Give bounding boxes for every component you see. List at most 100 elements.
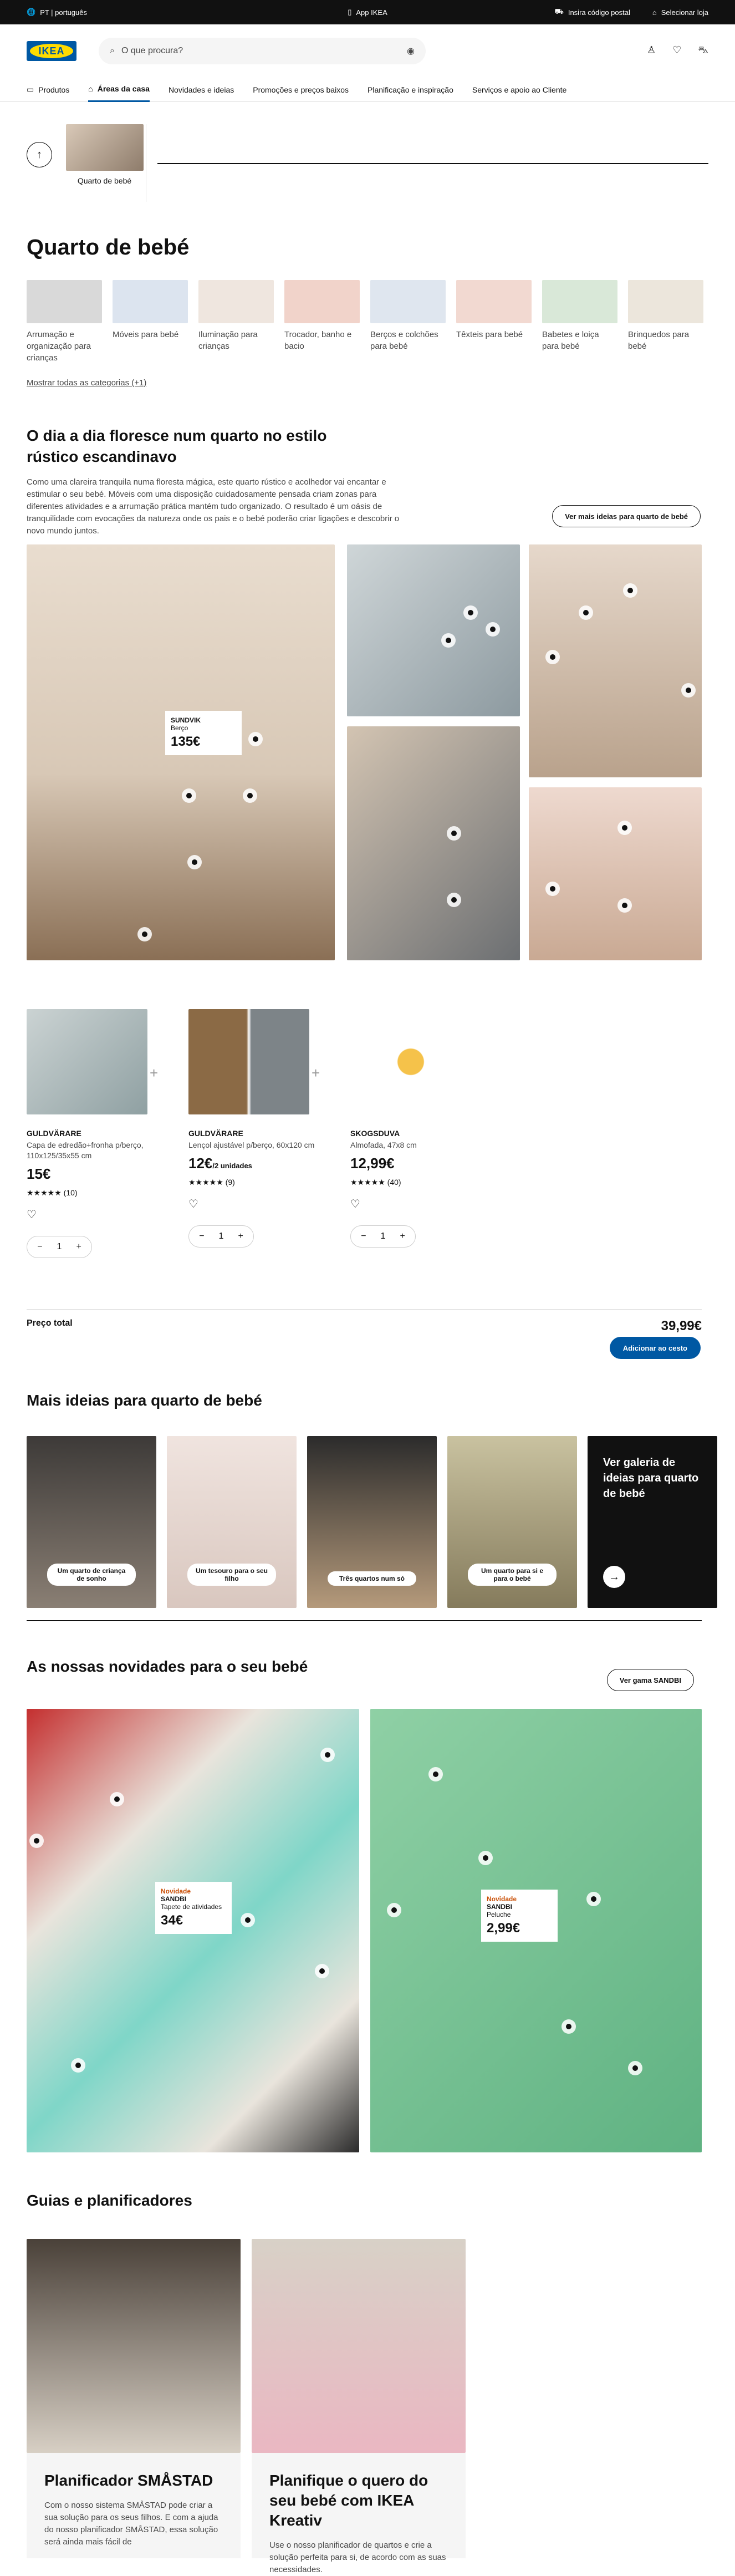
hotspot-dot[interactable] <box>248 732 263 746</box>
more-ideas-button[interactable]: Ver mais ideias para quarto de bebé <box>552 505 701 527</box>
nav-item-produtos[interactable]: ▭ Produtos <box>27 78 69 102</box>
hotspot-dot[interactable] <box>681 683 696 698</box>
hotspot-dot[interactable] <box>478 1851 493 1865</box>
category-item[interactable]: Arrumação e organização para crianças <box>27 280 102 364</box>
product-tag[interactable]: Novidade SANDBI Peluche 2,99€ <box>481 1890 558 1942</box>
room-image-crib[interactable] <box>347 726 520 960</box>
search-input[interactable]: ⌕ O que procura? ◉ <box>99 38 426 64</box>
hotspot-dot[interactable] <box>545 882 560 896</box>
product-tag[interactable]: Novidade SANDBI Tapete de atividades 34€ <box>155 1882 232 1934</box>
ikea-logo[interactable]: IKEA <box>27 41 76 61</box>
quantity-stepper[interactable]: −1 + <box>350 1225 416 1248</box>
plus-icon[interactable]: + <box>76 1242 81 1252</box>
plus-icon[interactable]: + <box>238 1231 243 1241</box>
product-card[interactable]: GULDVÄRARE Capa de edredão+fronha p/berç… <box>27 1009 171 1258</box>
category-item[interactable]: Móveis para bebé <box>113 280 188 364</box>
news-image-plush[interactable]: Novidade SANDBI Peluche 2,99€ <box>370 1709 702 2152</box>
hotspot-dot[interactable] <box>486 622 500 637</box>
heart-icon[interactable]: ♡ <box>672 44 681 58</box>
nav-item-planificacao[interactable]: Planificação e inspiração <box>368 78 453 102</box>
user-icon[interactable]: ♙ <box>647 44 656 58</box>
hotspot-dot[interactable] <box>187 855 202 869</box>
language-selector[interactable]: 🌐 PT | português <box>27 8 87 17</box>
nav-item-areas[interactable]: ⌂ Áreas da casa <box>88 78 150 102</box>
total-label: Preço total <box>27 1318 73 1328</box>
hotspot-dot[interactable] <box>241 1913 255 1927</box>
hotspot-dot[interactable] <box>623 583 637 598</box>
category-item[interactable]: Berços e colchões para bebé <box>370 280 446 364</box>
sandbi-range-button[interactable]: Ver gama SANDBI <box>606 1669 694 1691</box>
hotspot-dot[interactable] <box>315 1964 329 1978</box>
guide-card[interactable]: Planificador SMÅSTAD Com o nosso sistema… <box>27 2239 241 2558</box>
hotspot-dot[interactable] <box>447 826 461 841</box>
nav-item-servicos[interactable]: Serviços e apoio ao Cliente <box>472 78 566 102</box>
quantity-stepper[interactable]: −1 + <box>188 1225 254 1248</box>
category-image <box>456 280 532 323</box>
hotspot-dot[interactable] <box>617 821 632 835</box>
minus-icon[interactable]: − <box>361 1231 366 1241</box>
postal-code-link[interactable]: ⛟ Insira código postal <box>554 7 630 17</box>
hotspot-dot[interactable] <box>562 2019 576 2034</box>
product-card[interactable]: GULDVÄRARE Lençol ajustável p/berço, 60x… <box>188 1009 333 1248</box>
hotspot-dot[interactable] <box>441 633 456 648</box>
idea-gallery-card[interactable]: Ver galeria de ideias para quarto de beb… <box>588 1436 717 1608</box>
product-card[interactable]: SKOGSDUVA Almofada, 47x8 cm 12,99€ ★★★★★… <box>350 1009 494 1248</box>
idea-card[interactable]: Um quarto para si e para o bebé <box>447 1436 577 1608</box>
add-to-cart-button[interactable]: Adicionar ao cesto <box>609 1337 701 1359</box>
guide-image <box>252 2239 466 2453</box>
category-item[interactable]: Brinquedos para bebé <box>628 280 703 364</box>
hotspot-dot[interactable] <box>182 788 196 803</box>
house-icon: ⌂ <box>88 84 93 93</box>
room-image-shelf[interactable] <box>529 787 702 960</box>
nav-item-promocoes[interactable]: Promoções e preços baixos <box>253 78 349 102</box>
hotspot-dot[interactable] <box>320 1748 335 1762</box>
breadcrumb-card[interactable]: Quarto de bebé <box>63 124 146 202</box>
quantity-stepper[interactable]: −1 + <box>27 1236 92 1258</box>
category-item[interactable]: Iluminação para crianças <box>198 280 274 364</box>
idea-card[interactable]: Um quarto de criança de sonho <box>27 1436 156 1608</box>
app-link[interactable]: ▯ App IKEA <box>348 8 387 17</box>
hotspot-dot[interactable] <box>463 605 478 620</box>
products-icon: ▭ <box>27 85 34 94</box>
room-image-wardrobe[interactable] <box>529 544 702 777</box>
hotspot-dot[interactable] <box>29 1834 44 1848</box>
product-image <box>350 1009 471 1114</box>
nav-item-novidades[interactable]: Novidades e ideias <box>169 78 234 102</box>
room-image-drawer[interactable] <box>347 544 520 716</box>
store-select-link[interactable]: ⌂ Selecionar loja <box>652 7 708 17</box>
plus-icon[interactable]: + <box>400 1231 405 1241</box>
hotspot-dot[interactable] <box>586 1892 601 1906</box>
minus-icon[interactable]: − <box>37 1242 42 1252</box>
category-item[interactable]: Trocador, banho e bacio <box>284 280 360 364</box>
guide-card[interactable]: Planifique o quero do seu bebé com IKEA … <box>252 2239 466 2574</box>
heart-icon[interactable]: ♡ <box>188 1197 333 1211</box>
category-item[interactable]: Têxteis para bebé <box>456 280 532 364</box>
hotspot-dot[interactable] <box>545 650 560 664</box>
idea-card[interactable]: Três quartos num só <box>307 1436 437 1608</box>
idea-card[interactable]: Um tesouro para o seu filho <box>167 1436 297 1608</box>
hotspot-dot[interactable] <box>628 2061 642 2075</box>
hotspot-dot[interactable] <box>110 1792 124 1806</box>
hotspot-dot[interactable] <box>617 898 632 913</box>
cart-icon[interactable]: ⛍ <box>698 44 708 58</box>
back-arrow-icon[interactable]: ↑ <box>27 142 52 167</box>
room-image-main[interactable]: SUNDVIK Berço 135€ <box>27 544 335 960</box>
heart-icon[interactable]: ♡ <box>27 1208 171 1221</box>
minus-icon[interactable]: − <box>199 1231 204 1241</box>
hotspot-dot[interactable] <box>243 788 257 803</box>
hotspot-dot[interactable] <box>137 927 152 941</box>
camera-icon[interactable]: ◉ <box>407 45 415 57</box>
heart-icon[interactable]: ♡ <box>350 1197 494 1211</box>
category-item[interactable]: Babetes e loiça para bebé <box>542 280 617 364</box>
hotspot-dot[interactable] <box>71 2058 85 2073</box>
hotspot-dot[interactable] <box>447 893 461 907</box>
hotspot-dot[interactable] <box>579 605 593 620</box>
hotspot-dot[interactable] <box>428 1767 443 1781</box>
breadcrumb-image <box>65 124 144 171</box>
product-image <box>188 1009 309 1114</box>
hotspot-dot[interactable] <box>387 1903 401 1917</box>
show-all-categories-link[interactable]: Mostrar todas as categorias (+1) <box>27 378 708 388</box>
product-tag[interactable]: SUNDVIK Berço 135€ <box>165 711 242 755</box>
arrow-right-icon[interactable]: → <box>603 1566 625 1588</box>
news-image-playmat[interactable]: Novidade SANDBI Tapete de atividades 34€ <box>27 1709 359 2152</box>
